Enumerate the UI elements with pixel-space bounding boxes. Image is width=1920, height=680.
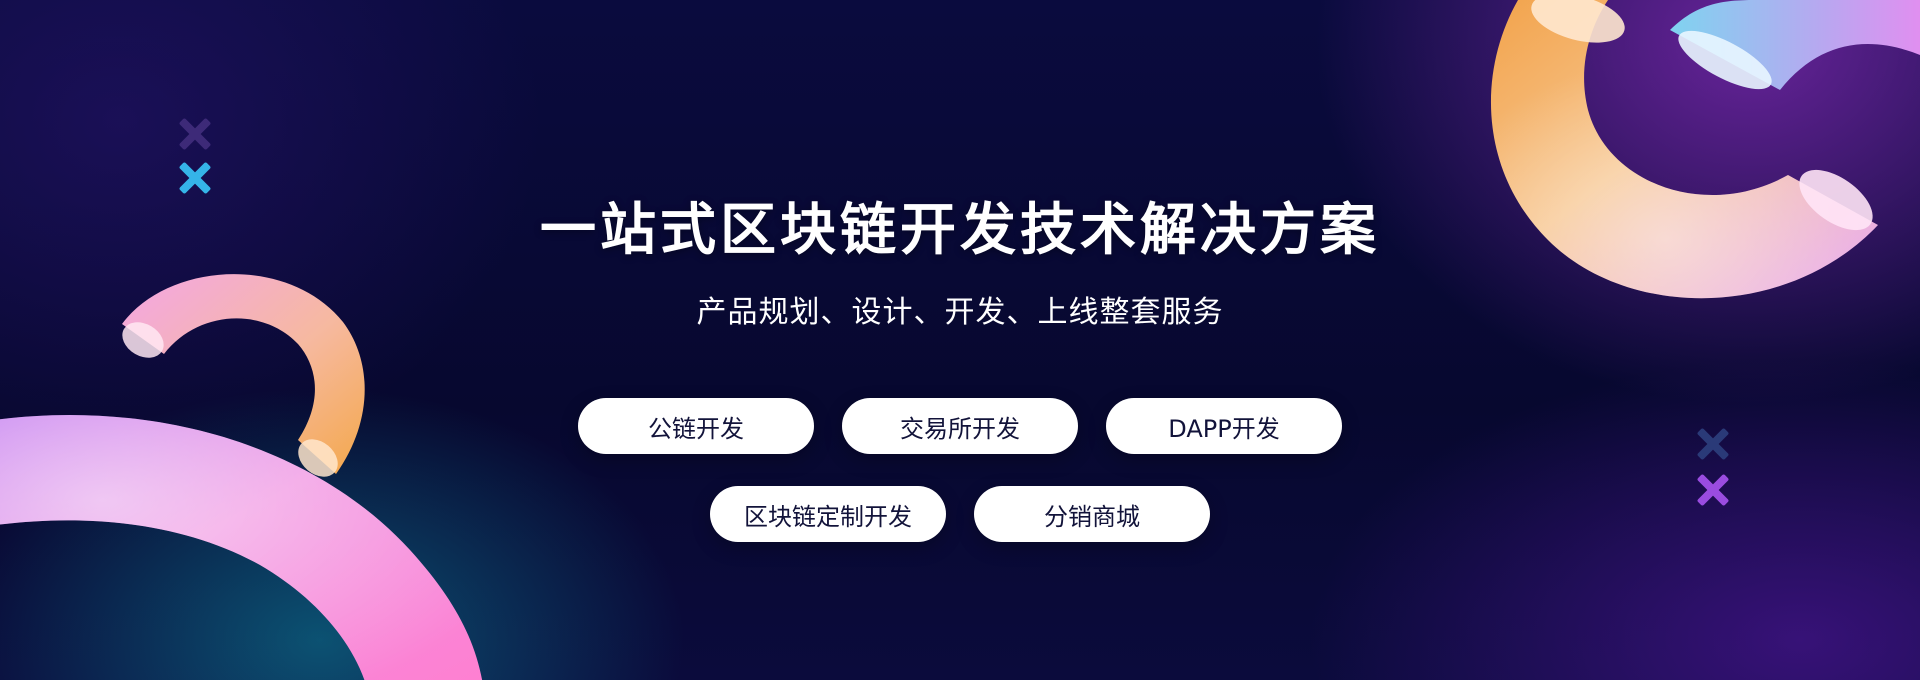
service-exchange-button[interactable]: 交易所开发 — [842, 398, 1078, 454]
hero-banner: 一站式区块链开发技术解决方案 产品规划、设计、开发、上线整套服务 公链开发 交易… — [0, 0, 1920, 680]
banner-subtitle: 产品规划、设计、开发、上线整套服务 — [696, 295, 1224, 330]
banner-content: 一站式区块链开发技术解决方案 产品规划、设计、开发、上线整套服务 公链开发 交易… — [0, 0, 1920, 680]
service-dapp-button[interactable]: DAPP开发 — [1106, 398, 1342, 454]
banner-title: 一站式区块链开发技术解决方案 — [540, 198, 1380, 263]
service-custom-blockchain-button[interactable]: 区块链定制开发 — [710, 486, 946, 542]
service-row-2: 区块链定制开发 分销商城 — [0, 486, 1920, 542]
service-distribution-mall-button[interactable]: 分销商城 — [974, 486, 1210, 542]
service-row-1: 公链开发 交易所开发 DAPP开发 — [0, 398, 1920, 454]
service-public-chain-button[interactable]: 公链开发 — [578, 398, 814, 454]
